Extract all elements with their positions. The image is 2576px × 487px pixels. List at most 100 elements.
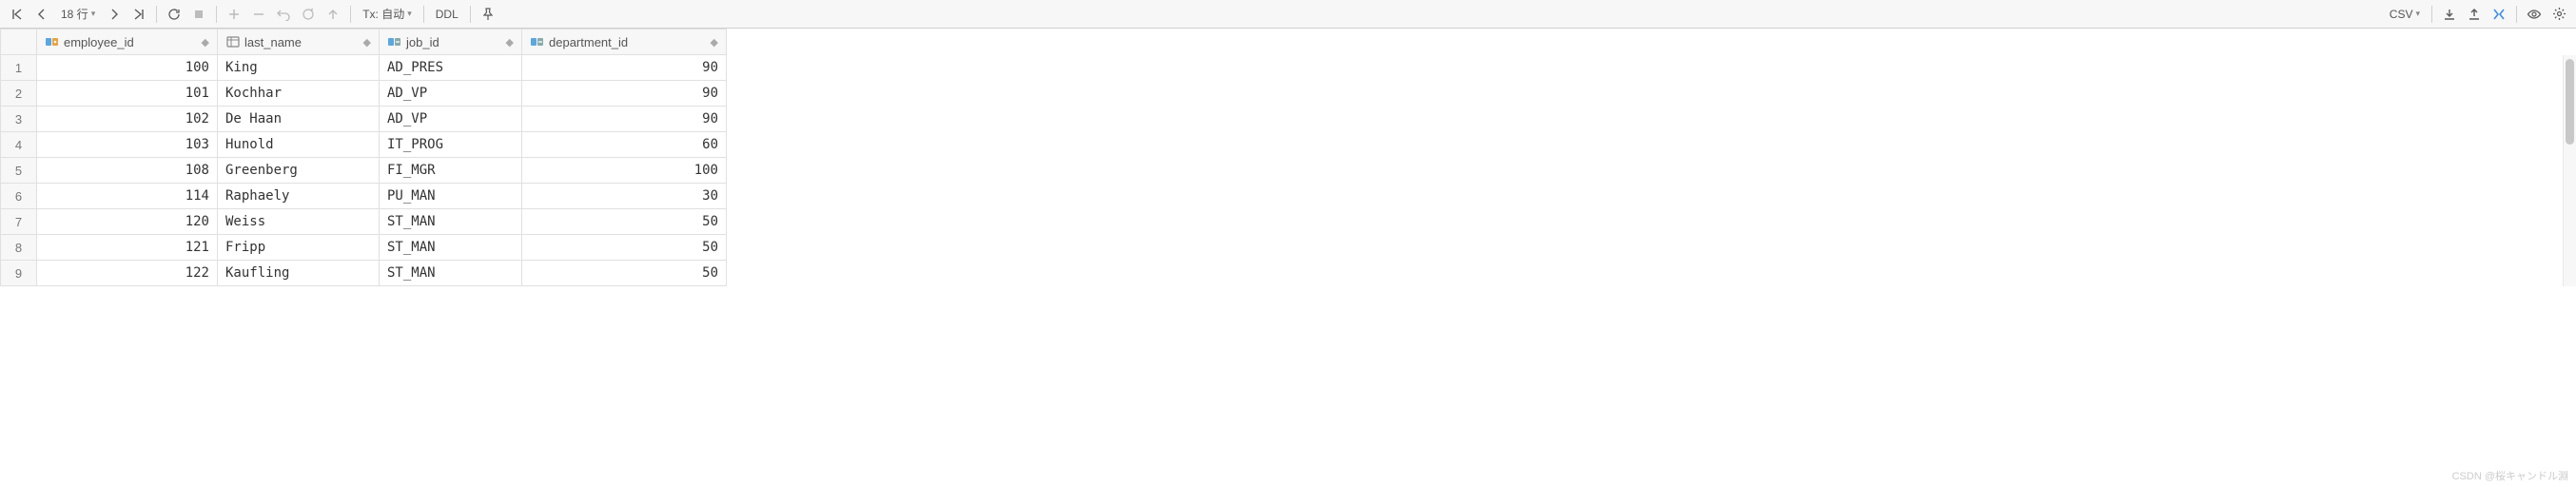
row-count-label[interactable]: 18 行 ▾ [55, 3, 101, 26]
cell-department-id[interactable]: 50 [522, 235, 727, 261]
cell-department-id[interactable]: 90 [522, 55, 727, 81]
cell-last-name[interactable]: Greenberg [218, 158, 380, 184]
ddl-button[interactable]: DDL [430, 3, 464, 26]
tx-label: Tx: 自动 [362, 6, 404, 22]
separator [350, 6, 351, 23]
cell-job-id[interactable]: FI_MGR [380, 158, 522, 184]
table-row[interactable]: 4103HunoldIT_PROG60 [1, 132, 727, 158]
separator [2431, 6, 2432, 23]
vertical-scrollbar[interactable] [2563, 55, 2576, 286]
add-row-button[interactable] [223, 3, 245, 26]
table-row[interactable]: 1100KingAD_PRES90 [1, 55, 727, 81]
clone-row-button[interactable] [297, 3, 320, 26]
cell-department-id[interactable]: 90 [522, 107, 727, 132]
prev-page-button[interactable] [30, 3, 53, 26]
revert-button[interactable] [272, 3, 295, 26]
column-header-employee-id[interactable]: employee_id ◆ [37, 29, 218, 55]
row-number[interactable]: 2 [1, 81, 37, 107]
cell-last-name[interactable]: De Haan [218, 107, 380, 132]
stop-button[interactable] [187, 3, 210, 26]
row-number[interactable]: 6 [1, 184, 37, 209]
fk-column-icon [387, 34, 402, 49]
cell-job-id[interactable]: ST_MAN [380, 209, 522, 235]
row-number[interactable]: 8 [1, 235, 37, 261]
next-page-button[interactable] [103, 3, 126, 26]
scrollbar-thumb[interactable] [2566, 59, 2574, 145]
cell-employee-id[interactable]: 108 [37, 158, 218, 184]
first-page-button[interactable] [6, 3, 29, 26]
cell-last-name[interactable]: Raphaely [218, 184, 380, 209]
pin-button[interactable] [477, 3, 499, 26]
compare-button[interactable] [2488, 3, 2510, 26]
row-number[interactable]: 1 [1, 55, 37, 81]
cell-employee-id[interactable]: 121 [37, 235, 218, 261]
sort-icon: ◆ [711, 36, 718, 49]
toolbar: 18 行 ▾ Tx: 自动 ▾ DDL CSV [0, 0, 2576, 29]
separator [156, 6, 157, 23]
cell-employee-id[interactable]: 101 [37, 81, 218, 107]
column-header-department-id[interactable]: department_id ◆ [522, 29, 727, 55]
row-number[interactable]: 3 [1, 107, 37, 132]
upload-button[interactable] [2463, 3, 2486, 26]
table-row[interactable]: 3102De HaanAD_VP90 [1, 107, 727, 132]
remove-row-button[interactable] [247, 3, 270, 26]
table-row[interactable]: 2101KochharAD_VP90 [1, 81, 727, 107]
row-number[interactable]: 7 [1, 209, 37, 235]
cell-job-id[interactable]: PU_MAN [380, 184, 522, 209]
cell-last-name[interactable]: King [218, 55, 380, 81]
reload-button[interactable] [163, 3, 185, 26]
last-page-button[interactable] [127, 3, 150, 26]
download-button[interactable] [2438, 3, 2461, 26]
cell-job-id[interactable]: AD_VP [380, 107, 522, 132]
separator [423, 6, 424, 23]
cell-department-id[interactable]: 30 [522, 184, 727, 209]
sort-icon: ◆ [363, 36, 371, 49]
table-row[interactable]: 7120WeissST_MAN50 [1, 209, 727, 235]
cell-job-id[interactable]: ST_MAN [380, 235, 522, 261]
cell-job-id[interactable]: IT_PROG [380, 132, 522, 158]
key-column-icon [45, 34, 60, 49]
chevron-down-icon: ▾ [2415, 9, 2420, 19]
settings-button[interactable] [2547, 3, 2570, 26]
view-button[interactable] [2523, 3, 2546, 26]
cell-job-id[interactable]: ST_MAN [380, 261, 522, 286]
watermark: CSDN @桜キャンドル淵 [2452, 468, 2568, 483]
cell-employee-id[interactable]: 114 [37, 184, 218, 209]
cell-job-id[interactable]: AD_PRES [380, 55, 522, 81]
cell-employee-id[interactable]: 102 [37, 107, 218, 132]
cell-employee-id[interactable]: 122 [37, 261, 218, 286]
cell-department-id[interactable]: 90 [522, 81, 727, 107]
cell-department-id[interactable]: 50 [522, 261, 727, 286]
cell-last-name[interactable]: Kochhar [218, 81, 380, 107]
cell-last-name[interactable]: Weiss [218, 209, 380, 235]
table-row[interactable]: 9122KauflingST_MAN50 [1, 261, 727, 286]
table-row[interactable]: 5108GreenbergFI_MGR100 [1, 158, 727, 184]
column-header-last-name[interactable]: last_name ◆ [218, 29, 380, 55]
corner-cell[interactable] [1, 29, 37, 55]
cell-department-id[interactable]: 60 [522, 132, 727, 158]
row-number[interactable]: 5 [1, 158, 37, 184]
cell-job-id[interactable]: AD_VP [380, 81, 522, 107]
row-number[interactable]: 9 [1, 261, 37, 286]
cell-employee-id[interactable]: 103 [37, 132, 218, 158]
table-row[interactable]: 6114RaphaelyPU_MAN30 [1, 184, 727, 209]
tx-mode-button[interactable]: Tx: 自动 ▾ [357, 3, 418, 26]
cell-last-name[interactable]: Fripp [218, 235, 380, 261]
cell-last-name[interactable]: Hunold [218, 132, 380, 158]
cell-employee-id[interactable]: 120 [37, 209, 218, 235]
cell-last-name[interactable]: Kaufling [218, 261, 380, 286]
separator [470, 6, 471, 23]
sort-icon: ◆ [506, 36, 514, 49]
column-header-job-id[interactable]: job_id ◆ [380, 29, 522, 55]
column-name: employee_id [64, 35, 198, 49]
commit-button[interactable] [322, 3, 344, 26]
chevron-down-icon: ▾ [91, 9, 96, 19]
table-row[interactable]: 8121FrippST_MAN50 [1, 235, 727, 261]
export-format-button[interactable]: CSV ▾ [2384, 3, 2426, 26]
column-name: last_name [244, 35, 360, 49]
cell-department-id[interactable]: 100 [522, 158, 727, 184]
cell-department-id[interactable]: 50 [522, 209, 727, 235]
separator [2516, 6, 2517, 23]
cell-employee-id[interactable]: 100 [37, 55, 218, 81]
row-number[interactable]: 4 [1, 132, 37, 158]
